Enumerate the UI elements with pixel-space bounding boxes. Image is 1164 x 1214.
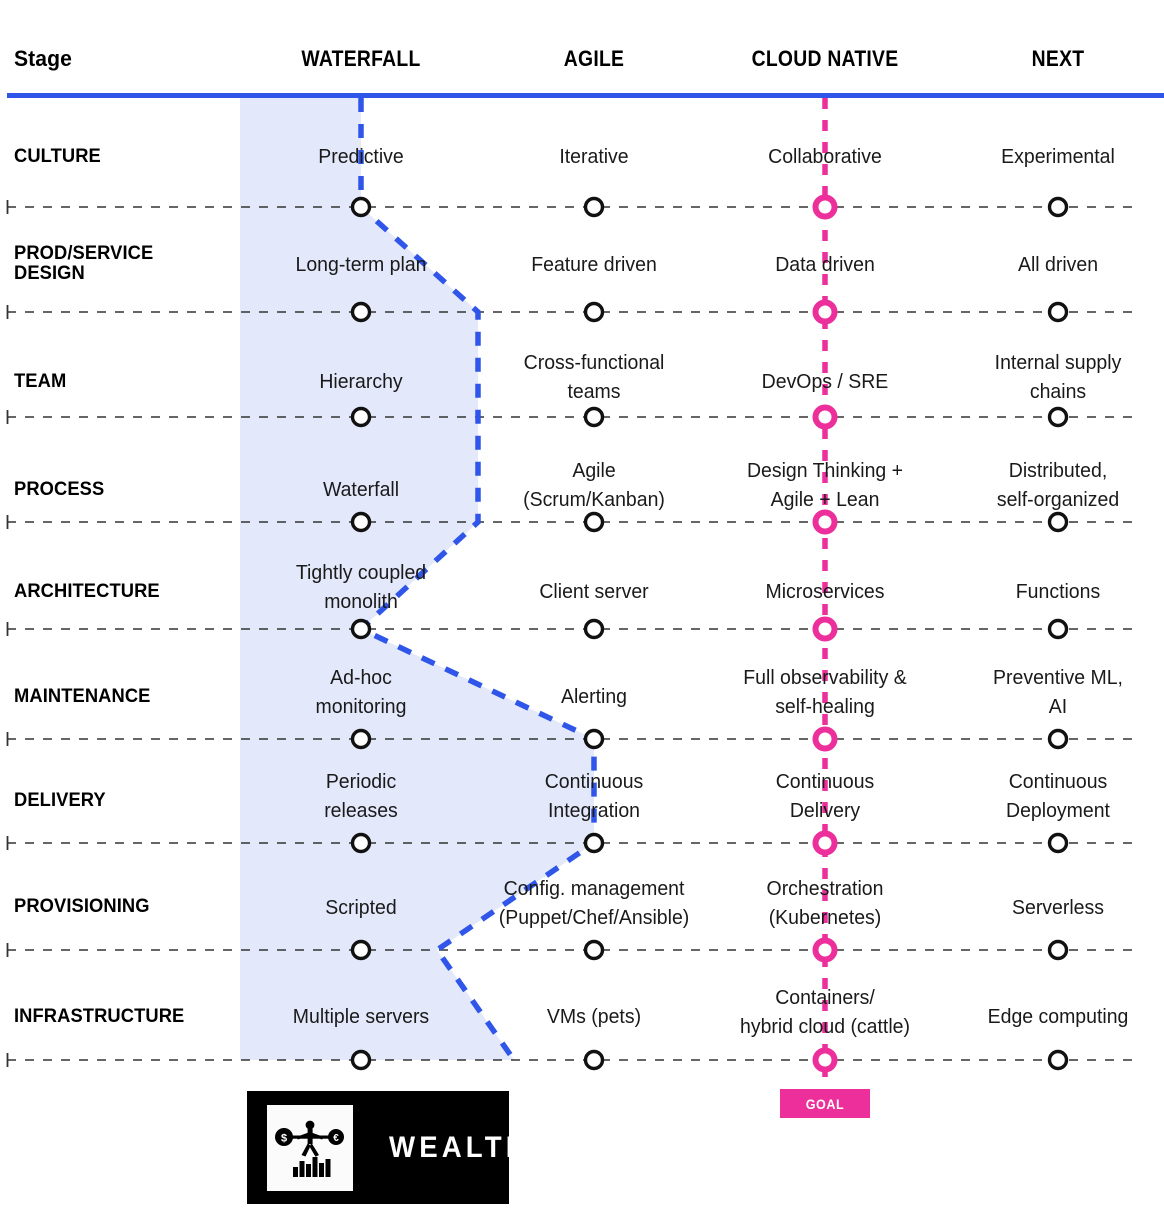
cell-architecture-waterfall: Tightly coupled monolith (295, 561, 427, 613)
weightlifter-bargraph-icon: $ € (267, 1104, 353, 1191)
cell-process-waterfall: Waterfall (322, 478, 400, 501)
cell-culture-agile: Iterative (559, 145, 629, 168)
column-header-agile: AGILE (563, 46, 625, 71)
cell-design-waterfall: Long-term plan (295, 253, 427, 276)
cell-infrastructure-next: Edge computing (987, 1005, 1129, 1028)
stage-label-process: PROCESS (14, 478, 105, 500)
cell-infrastructure-agile: VMs (pets) (546, 1005, 642, 1028)
stage-label-culture: CULTURE (14, 145, 101, 167)
cell-process-next: Distributed, self-organized (996, 459, 1120, 511)
stage-label-prod-service-design: PROD/SERVICE DESIGN (14, 242, 154, 284)
wealthgrid-logo: $ € WEALTHGRID (247, 1091, 611, 1204)
stage-label-team: TEAM (14, 370, 67, 392)
stage-label-infrastructure: INFRASTRUCTURE (14, 1005, 185, 1027)
svg-text:$: $ (281, 1132, 287, 1144)
cell-infrastructure-waterfall: Multiple servers (292, 1005, 430, 1028)
cell-design-next: All driven (1017, 253, 1099, 276)
cell-architecture-cloud-native: Microservices (765, 580, 885, 603)
column-header-cloud-native: CLOUD NATIVE (751, 46, 899, 71)
cell-process-agile: Agile (Scrum/Kanban) (523, 459, 665, 511)
stage-label-provisioning: PROVISIONING (14, 895, 150, 917)
cell-infrastructure-cloud-native: Containers/ hybrid cloud (cattle) (740, 986, 910, 1038)
cell-design-agile: Feature driven (531, 253, 657, 276)
maturity-matrix-diagram: Stage WATERFALL AGILE CLOUD NATIVE NEXT … (0, 0, 1164, 1214)
cell-culture-waterfall: Predictive (318, 145, 404, 168)
cell-delivery-agile: Continuous Integration (544, 770, 644, 822)
column-header-waterfall: WATERFALL (301, 46, 421, 71)
diagram-text-layer: Stage WATERFALL AGILE CLOUD NATIVE NEXT … (0, 0, 1164, 1214)
column-header-next: NEXT (1031, 46, 1085, 71)
header-stage-label: Stage (14, 46, 73, 71)
stage-label-architecture: ARCHITECTURE (14, 580, 160, 602)
cell-culture-cloud-native: Collaborative (768, 145, 882, 168)
cell-team-waterfall: Hierarchy (319, 370, 403, 393)
cell-architecture-next: Functions (1015, 580, 1101, 603)
cell-provisioning-cloud-native: Orchestration (Kubernetes) (766, 877, 884, 929)
svg-text:€: € (333, 1133, 339, 1144)
cell-delivery-cloud-native: Continuous Delivery (775, 770, 875, 822)
goal-badge: GOAL (780, 1089, 870, 1118)
cell-process-cloud-native: Design Thinking + Agile + Lean (746, 459, 904, 511)
cell-team-agile: Cross-functional teams (523, 351, 665, 403)
cell-maintenance-agile: Alerting (560, 685, 628, 708)
cell-maintenance-cloud-native: Full observability & self-healing (743, 666, 907, 718)
cell-design-cloud-native: Data driven (775, 253, 875, 276)
cell-culture-next: Experimental (1001, 145, 1115, 168)
cell-delivery-next: Continuous Deployment (1006, 770, 1110, 822)
stage-label-maintenance: MAINTENANCE (14, 685, 151, 707)
cell-provisioning-waterfall: Scripted (325, 896, 397, 919)
cell-team-cloud-native: DevOps / SRE (761, 370, 889, 393)
wealthgrid-wordmark: WEALTHGRID (389, 1130, 616, 1164)
cell-architecture-agile: Client server (539, 580, 649, 603)
stage-label-delivery: DELIVERY (14, 789, 106, 811)
cell-maintenance-waterfall: Ad-hoc monitoring (315, 666, 407, 718)
cell-maintenance-next: Preventive ML, AI (993, 666, 1123, 718)
cell-provisioning-agile: Config. management (Puppet/Chef/Ansible) (498, 877, 690, 929)
cell-team-next: Internal supply chains (994, 351, 1122, 403)
cell-provisioning-next: Serverless (1011, 896, 1105, 919)
cell-delivery-waterfall: Periodic releases (324, 770, 398, 822)
